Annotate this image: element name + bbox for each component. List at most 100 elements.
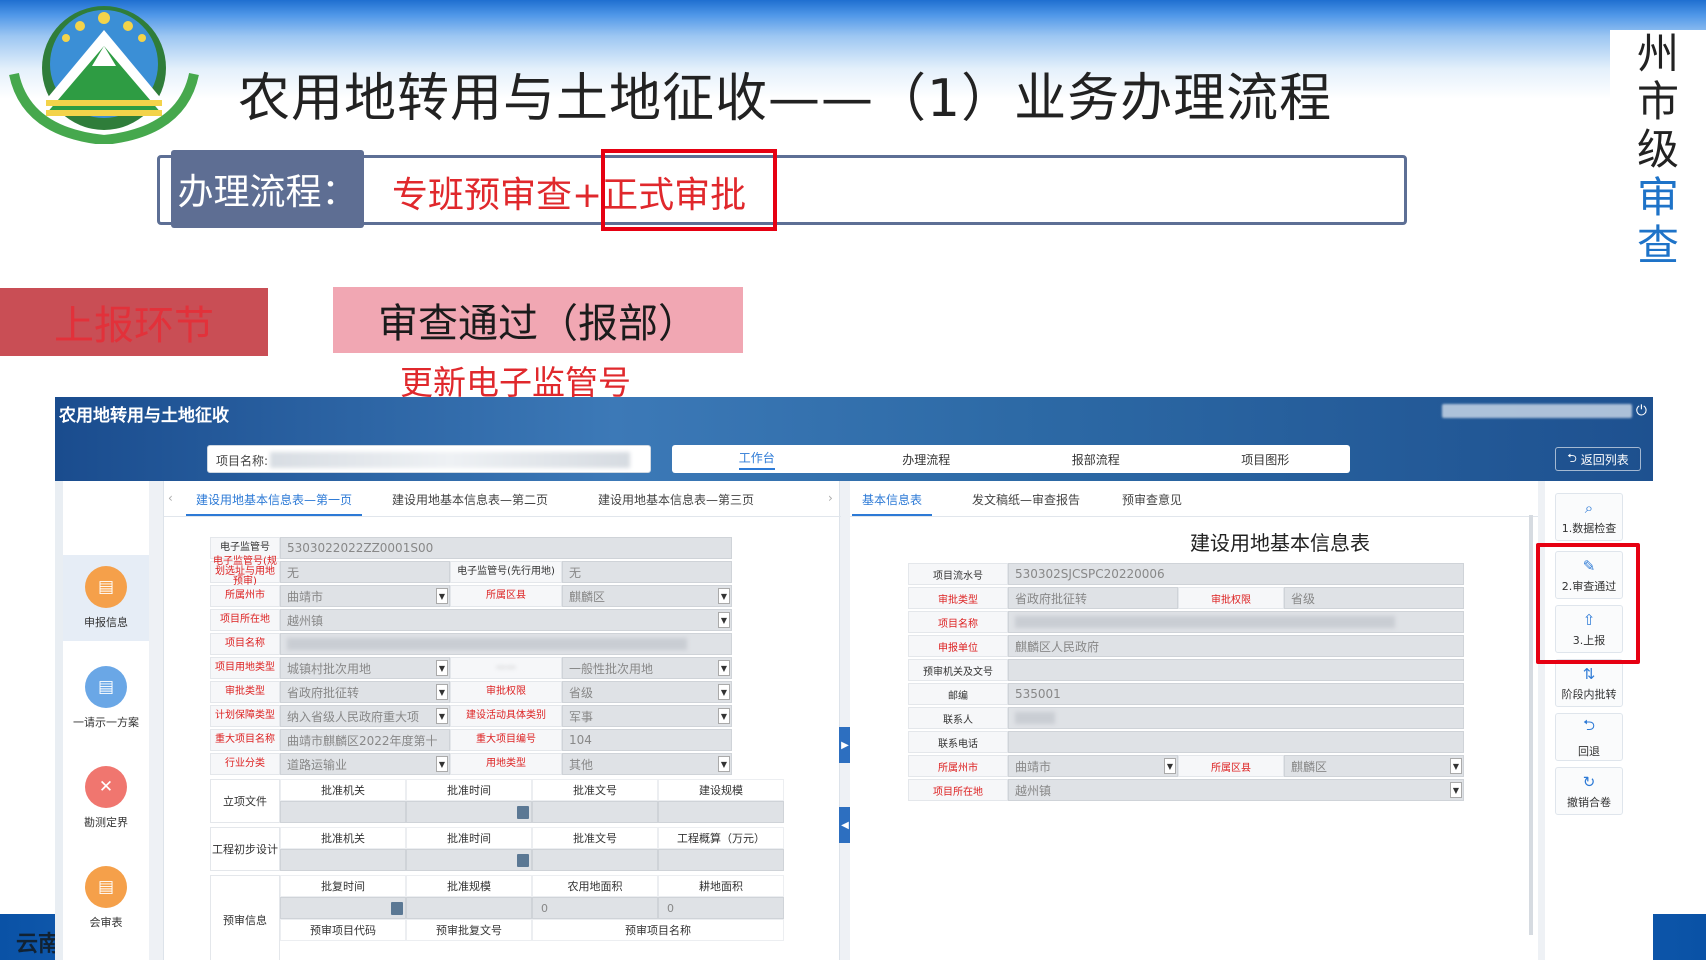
field-label: 审批权限 bbox=[450, 681, 562, 703]
tab-workbench[interactable]: 工作台 bbox=[672, 445, 842, 473]
district-select[interactable]: 麒麟区 ▼ bbox=[562, 585, 732, 607]
date-cell[interactable] bbox=[406, 801, 532, 823]
chevron-down-icon: ▼ bbox=[718, 660, 730, 676]
footer-text: 云南 bbox=[16, 932, 61, 957]
input-cell[interactable] bbox=[658, 801, 784, 823]
flow-label: 办理流程： bbox=[171, 150, 364, 228]
tab-report-process[interactable]: 报部流程 bbox=[1011, 445, 1181, 473]
approve-type-field[interactable]: 省政府批征转 bbox=[1008, 587, 1178, 609]
serial-field[interactable]: 530302SJCSPC20220006 bbox=[1008, 563, 1464, 585]
land-type-select[interactable]: 其他 ▼ bbox=[562, 753, 732, 775]
input-cell[interactable] bbox=[532, 801, 658, 823]
first-no-field[interactable]: 无 bbox=[562, 561, 732, 583]
industry-select[interactable]: 道路运输业 ▼ bbox=[280, 753, 450, 775]
group-grid: 批复时间 批准规模 农用地面积 耕地面积 0 0 bbox=[280, 875, 784, 919]
approve-type-select[interactable]: 省政府批征转 ▼ bbox=[280, 681, 450, 703]
right-form-title: 建设用地基本信息表 bbox=[1190, 531, 1370, 555]
contact-field[interactable] bbox=[1008, 707, 1464, 729]
sidebar-item-plan[interactable]: ▤ 一请示一方案 bbox=[63, 655, 149, 741]
activity-select[interactable]: 军事 ▼ bbox=[562, 705, 732, 727]
data-check-button[interactable]: ⌕ 1.数据检查 bbox=[1555, 493, 1623, 541]
form-row: 联系电话 bbox=[908, 731, 1464, 753]
project-name-field[interactable] bbox=[280, 633, 732, 655]
input-cell[interactable]: 0 bbox=[658, 897, 784, 919]
input-cell[interactable] bbox=[280, 801, 406, 823]
app-window: 农用地转用与土地征收 ⏻ 项目名称: 工作台 办理流程 报部流程 项目图形 ⮌ … bbox=[55, 397, 1653, 960]
electronic-no-field[interactable]: 5303022022ZZ0001S00 bbox=[280, 537, 732, 559]
city-select[interactable]: 曲靖市 ▼ bbox=[280, 585, 450, 607]
tab-process[interactable]: 办理流程 bbox=[842, 445, 1012, 473]
field-label: 审批类型 bbox=[908, 587, 1008, 609]
revoke-merge-button[interactable]: ↻ 撤销合卷 bbox=[1555, 767, 1623, 815]
calendar-icon bbox=[517, 806, 529, 819]
date-cell[interactable] bbox=[280, 897, 406, 919]
right-scrollbar[interactable] bbox=[1529, 515, 1533, 935]
field-label: 所属区县 bbox=[1178, 755, 1284, 777]
project-name-field[interactable] bbox=[1008, 611, 1464, 633]
form-row: 电子监管号(规划选址与用地预审) 无 电子监管号(先行用地) 无 bbox=[210, 557, 732, 587]
input-cell[interactable] bbox=[280, 849, 406, 871]
location-select[interactable]: 越州镇 ▼ bbox=[1008, 779, 1464, 801]
next-arrow-icon[interactable]: › bbox=[828, 491, 833, 505]
stage-transfer-button[interactable]: ⇅ 阶段内批转 bbox=[1555, 659, 1623, 707]
pre-review-field[interactable] bbox=[1008, 659, 1464, 681]
major-name-field[interactable]: 曲靖市麒麟区2022年度第十 bbox=[280, 729, 450, 751]
group-grid: 批准机关 批准时间 批准文号 建设规模 bbox=[280, 779, 784, 823]
input-cell[interactable]: 0 bbox=[532, 897, 658, 919]
tab-pre-review-opinion[interactable]: 预审查意见 bbox=[1122, 491, 1182, 508]
district-select[interactable]: 麒麟区 ▼ bbox=[1284, 755, 1464, 777]
field-label: 审批类型 bbox=[210, 681, 280, 703]
power-icon[interactable]: ⏻ bbox=[1636, 403, 1647, 419]
tab-basic-info[interactable]: 基本信息表 bbox=[852, 491, 933, 516]
sidebar-item-declaration[interactable]: ▤ 申报信息 bbox=[63, 555, 149, 641]
back-to-list-button[interactable]: ⮌ 返回列表 bbox=[1555, 447, 1641, 471]
document-icon: ▤ bbox=[85, 666, 127, 708]
tab-project-graphic[interactable]: 项目图形 bbox=[1181, 445, 1351, 473]
field-label: 重大项目名称 bbox=[210, 729, 280, 751]
field-label: 项目流水号 bbox=[908, 563, 1008, 585]
use-subtype-select[interactable]: 一般性批次用地 ▼ bbox=[562, 657, 732, 679]
date-cell[interactable] bbox=[406, 849, 532, 871]
sidebar-item-survey[interactable]: ✕ 勘测定界 bbox=[63, 755, 149, 841]
input-cell[interactable] bbox=[406, 897, 532, 919]
city-select[interactable]: 曲靖市 ▼ bbox=[1008, 755, 1178, 777]
plan-type-select[interactable]: 纳入省级人民政府重大项 ▼ bbox=[280, 705, 450, 727]
input-cell[interactable] bbox=[658, 849, 784, 871]
authority-select[interactable]: 省级 ▼ bbox=[562, 681, 732, 703]
unit-field[interactable]: 麒麟区人民政府 bbox=[1008, 635, 1464, 657]
prev-arrow-icon[interactable]: ‹ bbox=[168, 491, 173, 505]
use-type-select[interactable]: 城镇村批次用地 ▼ bbox=[280, 657, 450, 679]
location-select[interactable]: 越州镇 ▼ bbox=[280, 609, 732, 631]
tab-info-page3[interactable]: 建设用地基本信息表—第三页 bbox=[598, 491, 754, 508]
design-group: 工程初步设计 批准机关 批准时间 批准文号 工程概算（万元） bbox=[210, 827, 784, 871]
tab-info-page1[interactable]: 建设用地基本信息表—第一页 bbox=[186, 491, 363, 516]
plan-no-field[interactable]: 无 bbox=[280, 561, 450, 583]
group-label: 工程初步设计 bbox=[210, 827, 280, 871]
field-label: 预审机关及文号 bbox=[908, 659, 1008, 681]
phone-field[interactable] bbox=[1008, 731, 1464, 753]
app-top-right: ⏻ bbox=[1441, 403, 1647, 419]
sidebar-item-review-table[interactable]: ▤ 会审表 bbox=[63, 855, 149, 941]
chevron-down-icon: ▼ bbox=[718, 756, 730, 772]
input-cell[interactable] bbox=[532, 849, 658, 871]
pre-review-grids: 批复时间 批准规模 农用地面积 耕地面积 0 0 预审项目代码 预审批复文号 预… bbox=[280, 875, 784, 960]
col-header: 耕地面积 bbox=[658, 875, 784, 897]
col-header: 预审项目名称 bbox=[532, 919, 784, 941]
form-row: 计划保障类型 纳入省级人民政府重大项 ▼ 建设活动具体类别 军事 ▼ bbox=[210, 705, 732, 727]
calendar-icon bbox=[391, 902, 403, 915]
field-label: 所属州市 bbox=[210, 585, 280, 607]
tab-info-page2[interactable]: 建设用地基本信息表—第二页 bbox=[392, 491, 548, 508]
vertical-char: 级 bbox=[1636, 125, 1679, 174]
field-label: 项目用地类型 bbox=[210, 657, 280, 679]
return-button[interactable]: ⮌ 回退 bbox=[1555, 713, 1623, 761]
search-icon: ⌕ bbox=[1584, 498, 1594, 517]
major-no-field[interactable]: 104 bbox=[562, 729, 732, 751]
zip-field[interactable]: 535001 bbox=[1008, 683, 1464, 705]
chevron-down-icon: ▼ bbox=[436, 660, 448, 676]
col-header: 批准文号 bbox=[532, 827, 658, 849]
tab-review-report[interactable]: 发文稿纸—审查报告 bbox=[972, 491, 1080, 508]
col-header: 批准文号 bbox=[532, 779, 658, 801]
authority-field[interactable]: 省级 bbox=[1284, 587, 1464, 609]
form-row: 项目所在地 越州镇 ▼ bbox=[210, 609, 732, 631]
back-icon: ⮌ bbox=[1567, 450, 1581, 465]
